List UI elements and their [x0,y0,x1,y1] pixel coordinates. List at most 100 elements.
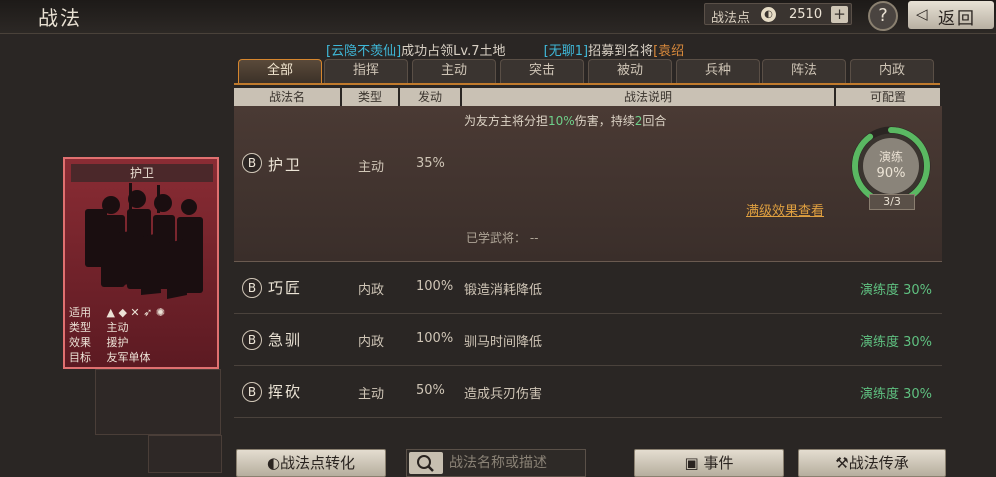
troop-type-icons: ▲ ◆ ✕ ➶ ✺ [106,306,166,319]
expanded-description: 为友方主将分担10%伤害，持续2回合 [464,112,666,129]
tab-all[interactable]: 全部 [238,59,322,83]
ticker-text-2: 招募到名将 [588,44,654,59]
top-bar: 战法 战法点 ◐ 2510 + ? ◁ 返回 [0,0,996,34]
list-item[interactable]: B 巧匠 内政 100% 锻造消耗降低 演练度 30% [234,262,942,314]
tactic-points-value: 2510 [789,7,823,22]
ticker-player-1: [云隐不羡仙] [326,44,402,59]
tactic-points-icon: ◐ [761,7,776,22]
page-title: 战法 [38,6,82,30]
tab-active[interactable]: 主动 [412,59,496,83]
column-header-name[interactable]: 战法名 [234,88,340,106]
card-stack-decoration [95,369,221,435]
tactic-rate: 50% [416,383,445,398]
expanded-tactic-rate: 35% [416,156,445,171]
tactic-proficiency: 演练度 30% [859,335,932,350]
ticker-text-1: 成功占领Lv.7土地 [401,44,506,59]
events-icon: ▣ [684,454,704,472]
expanded-desc-part-2: 伤害，持续 [574,114,635,128]
tactic-name: 急驯 [268,331,303,349]
events-label: 事件 [703,454,734,472]
grade-badge: B [242,278,262,298]
tab-command[interactable]: 指挥 [324,59,408,83]
column-header-rate[interactable]: 发动 [400,88,460,106]
ticker-general: [袁绍 [653,44,685,59]
events-button[interactable]: ▣ 事件 [634,449,784,477]
tactic-card: 护卫 适用 ▲ ◆ ✕ ➶ ✺ 类型 主动 效果 援护 目标 友军单体 [63,157,219,369]
search-input[interactable] [449,453,583,473]
expanded-desc-part-1: 为友方主将分担 [464,114,549,128]
magnifier-glyph [417,455,434,472]
expanded-tactic-type: 主动 [358,160,385,175]
tactic-rate: 100% [416,279,454,294]
search-box[interactable] [406,449,586,477]
back-arrow-icon: ◁ [916,5,930,23]
card-effect-value: 援护 [106,336,129,349]
gauge-count: 3/3 [869,194,915,210]
grade-badge: B [242,153,262,173]
column-header-type[interactable]: 类型 [342,88,398,106]
expanded-desc-part-3: 回合 [642,114,667,128]
tab-internal[interactable]: 内政 [850,59,934,83]
learned-generals: 已学武将： -- [466,231,539,245]
list-item[interactable]: B 急驯 内政 100% 驯马时间降低 演练度 30% [234,314,942,366]
tactic-description: 造成兵刃伤害 [464,387,543,402]
practice-gauge[interactable]: 演练 90% 3/3 [848,126,934,212]
gauge-value: 90% [876,166,906,181]
card-type-row: 类型 主动 [69,320,217,335]
tactic-proficiency: 演练度 30% [859,387,932,402]
card-target-row: 目标 友军单体 [69,350,217,365]
column-header-description: 战法说明 [462,88,834,106]
soldiers-silhouette-icon [85,183,203,299]
expanded-desc-highlight-1: 10% [548,114,575,128]
card-info: 适用 ▲ ◆ ✕ ➶ ✺ 类型 主动 效果 援护 目标 友军单体 [69,305,217,365]
tactic-proficiency: 演练度 30% [859,283,932,298]
tab-underline [234,83,940,85]
tactic-rate: 100% [416,331,454,346]
search-icon[interactable] [409,452,443,474]
gauge-label: 演练 [878,150,903,164]
card-effect-label: 效果 [69,336,91,349]
expanded-tactic-name: 护卫 [268,156,303,174]
max-level-effect-link[interactable]: 满级效果查看 [746,200,824,219]
tactic-type: 内政 [358,335,385,350]
card-target-value: 友军单体 [106,351,151,364]
ticker-player-2: [无聊1] [543,44,589,59]
convert-label: 战法点转化 [280,454,356,472]
hammer-icon: ⚒ [835,454,849,472]
help-button[interactable]: ? [868,1,898,31]
list-item[interactable]: B 挥砍 主动 50% 造成兵刃伤害 演练度 30% [234,366,942,418]
tactic-name: 挥砍 [268,383,303,401]
column-header-configurable[interactable]: 可配置 [836,88,940,106]
card-stack-decoration-2 [148,435,222,473]
back-button-label: 返回 [938,9,976,29]
card-title: 护卫 [71,164,213,182]
card-effect-row: 效果 援护 [69,335,217,350]
tactic-type: 内政 [358,283,385,298]
tactic-name: 巧匠 [268,279,303,297]
expanded-tactic-row[interactable]: 为友方主将分担10%伤害，持续2回合 B 护卫 主动 35% 满级效果查看 已学… [234,106,942,262]
convert-points-button[interactable]: ◐战法点转化 [236,449,386,477]
back-button[interactable]: ◁ 返回 [908,1,994,29]
tactic-points-label: 战法点 [711,11,751,26]
card-type-label: 类型 [69,321,91,334]
card-type-value: 主动 [106,321,129,334]
tab-assault[interactable]: 突击 [500,59,584,83]
grade-badge: B [242,382,262,402]
inherit-tactic-button[interactable]: ⚒战法传承 [798,449,946,477]
tactic-type: 主动 [358,387,385,402]
tactic-description: 锻造消耗降低 [464,283,543,298]
inherit-label: 战法传承 [848,454,909,472]
add-points-button[interactable]: + [831,6,848,23]
card-applies-row: 适用 ▲ ◆ ✕ ➶ ✺ [69,305,217,320]
tab-troop[interactable]: 兵种 [676,59,760,83]
tactic-description: 驯马时间降低 [464,335,543,350]
card-applies-label: 适用 [69,306,91,319]
tab-formation[interactable]: 阵法 [762,59,846,83]
tactic-list: 为友方主将分担10%伤害，持续2回合 B 护卫 主动 35% 满级效果查看 已学… [234,106,942,436]
convert-icon: ◐ [266,454,281,472]
tab-passive[interactable]: 被动 [588,59,672,83]
card-target-label: 目标 [69,351,91,364]
news-ticker: [云隐不羡仙]成功占领Lv.7土地 [无聊1]招募到名将[袁绍 [326,40,684,59]
tactic-points-box: 战法点 ◐ 2510 + [704,3,852,26]
grade-badge: B [242,330,262,350]
